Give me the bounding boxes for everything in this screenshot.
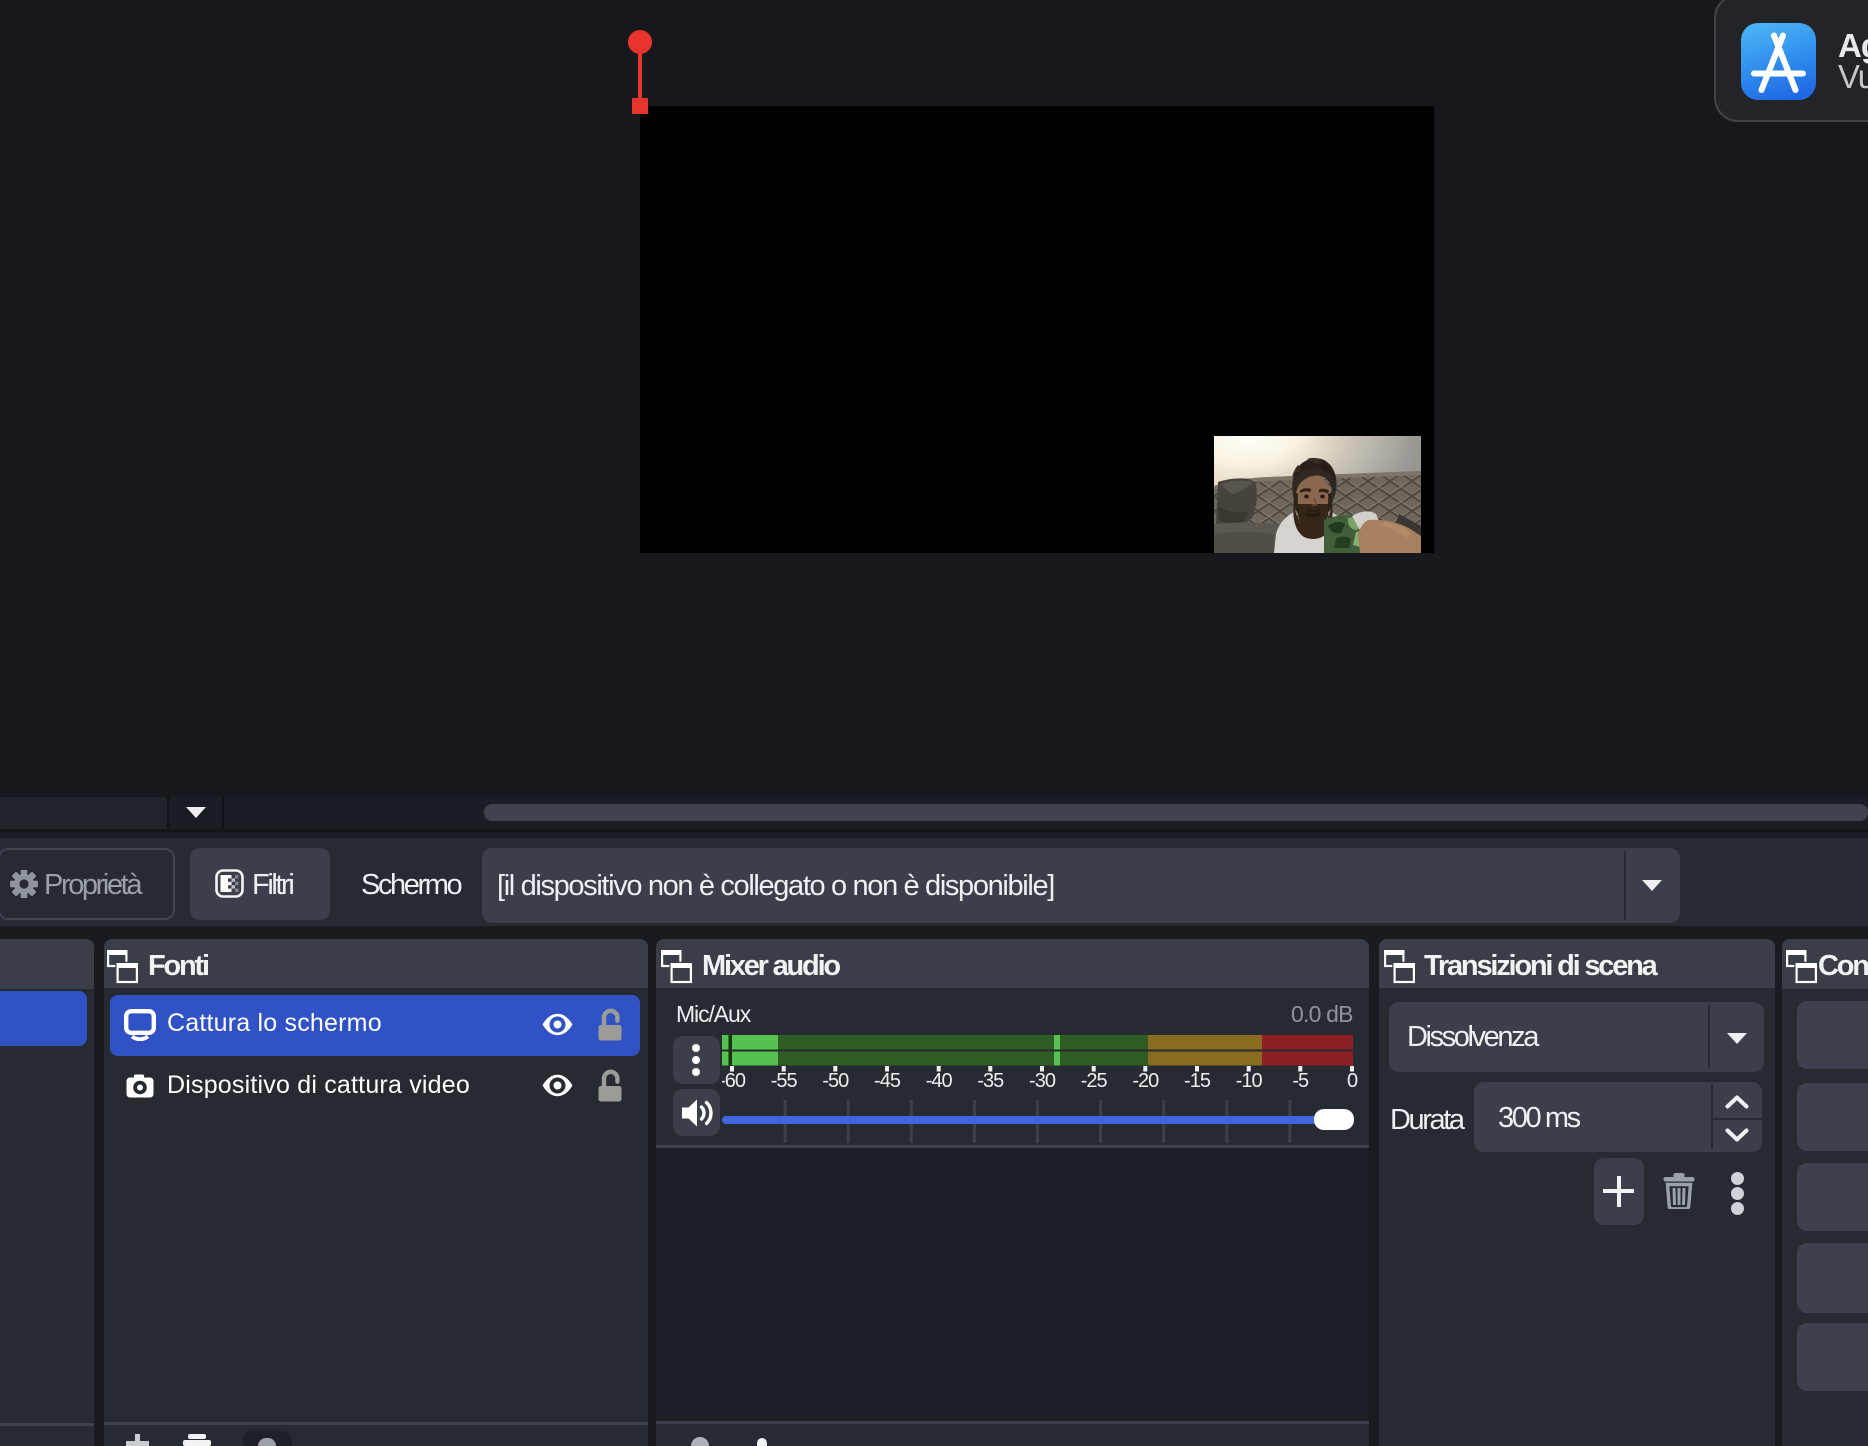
svg-text:-60: -60 (722, 1070, 746, 1092)
svg-text:-10: -10 (1236, 1070, 1263, 1092)
svg-text:-50: -50 (822, 1070, 849, 1092)
svg-text:-25: -25 (1081, 1070, 1108, 1092)
svg-text:-45: -45 (874, 1070, 901, 1092)
svg-text:-15: -15 (1184, 1070, 1211, 1092)
svg-text:0: 0 (1347, 1070, 1358, 1092)
svg-text:-55: -55 (771, 1070, 798, 1092)
svg-text:-20: -20 (1132, 1070, 1159, 1092)
svg-text:-40: -40 (926, 1070, 953, 1092)
svg-text:-30: -30 (1029, 1070, 1056, 1092)
svg-text:-5: -5 (1292, 1070, 1309, 1092)
svg-text:-35: -35 (977, 1070, 1004, 1092)
